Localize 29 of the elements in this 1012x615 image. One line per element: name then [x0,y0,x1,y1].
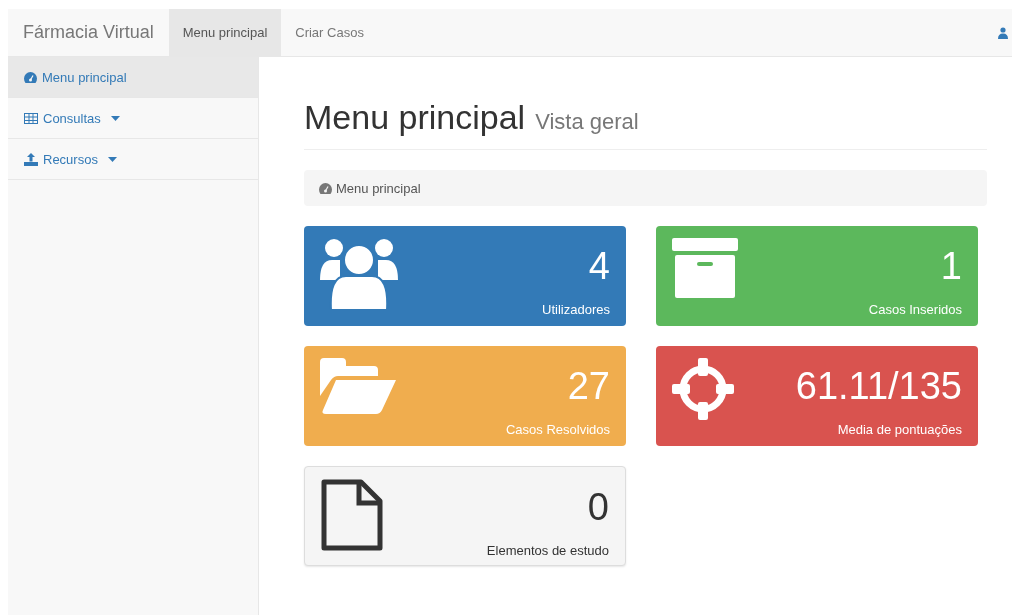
stat-label: Media de pontuações [837,422,962,437]
stat-value: 61.11/135 [795,364,962,408]
page-subtitle: Vista geral [535,109,639,135]
folder-icon [320,358,396,414]
stat-label: Utilizadores [542,302,610,317]
page-title: Menu principal [304,98,526,137]
stat-value: 27 [567,364,610,408]
stat-label: Casos Resolvidos [505,422,610,437]
brand-title[interactable]: Fármacia Virtual [8,22,169,43]
sidebar-item[interactable]: Consultas [8,98,258,139]
breadcrumb-label: Menu principal [336,180,421,196]
crosshair-icon [672,358,734,420]
dashboard-icon [319,182,332,194]
sidebar-item[interactable]: Recursos [8,139,258,180]
user-icon[interactable] [998,26,1008,39]
stat-value: 1 [940,244,962,288]
table-icon [24,112,38,124]
stat-label: Casos Inseridos [868,302,962,317]
sidebar-item[interactable]: Menu principal [8,57,258,98]
dashboard-icon [24,71,37,83]
stat-value: 4 [588,244,610,288]
nav-tab[interactable]: Menu principal [168,9,282,56]
upload-icon [24,152,38,166]
stat-value: 0 [587,485,609,529]
archive-box-icon [672,238,738,298]
stat-label: Elementos de estudo [486,543,609,558]
nav-tab[interactable]: Criar Casos [281,9,378,56]
users-icon [320,238,398,310]
document-icon [321,479,383,551]
